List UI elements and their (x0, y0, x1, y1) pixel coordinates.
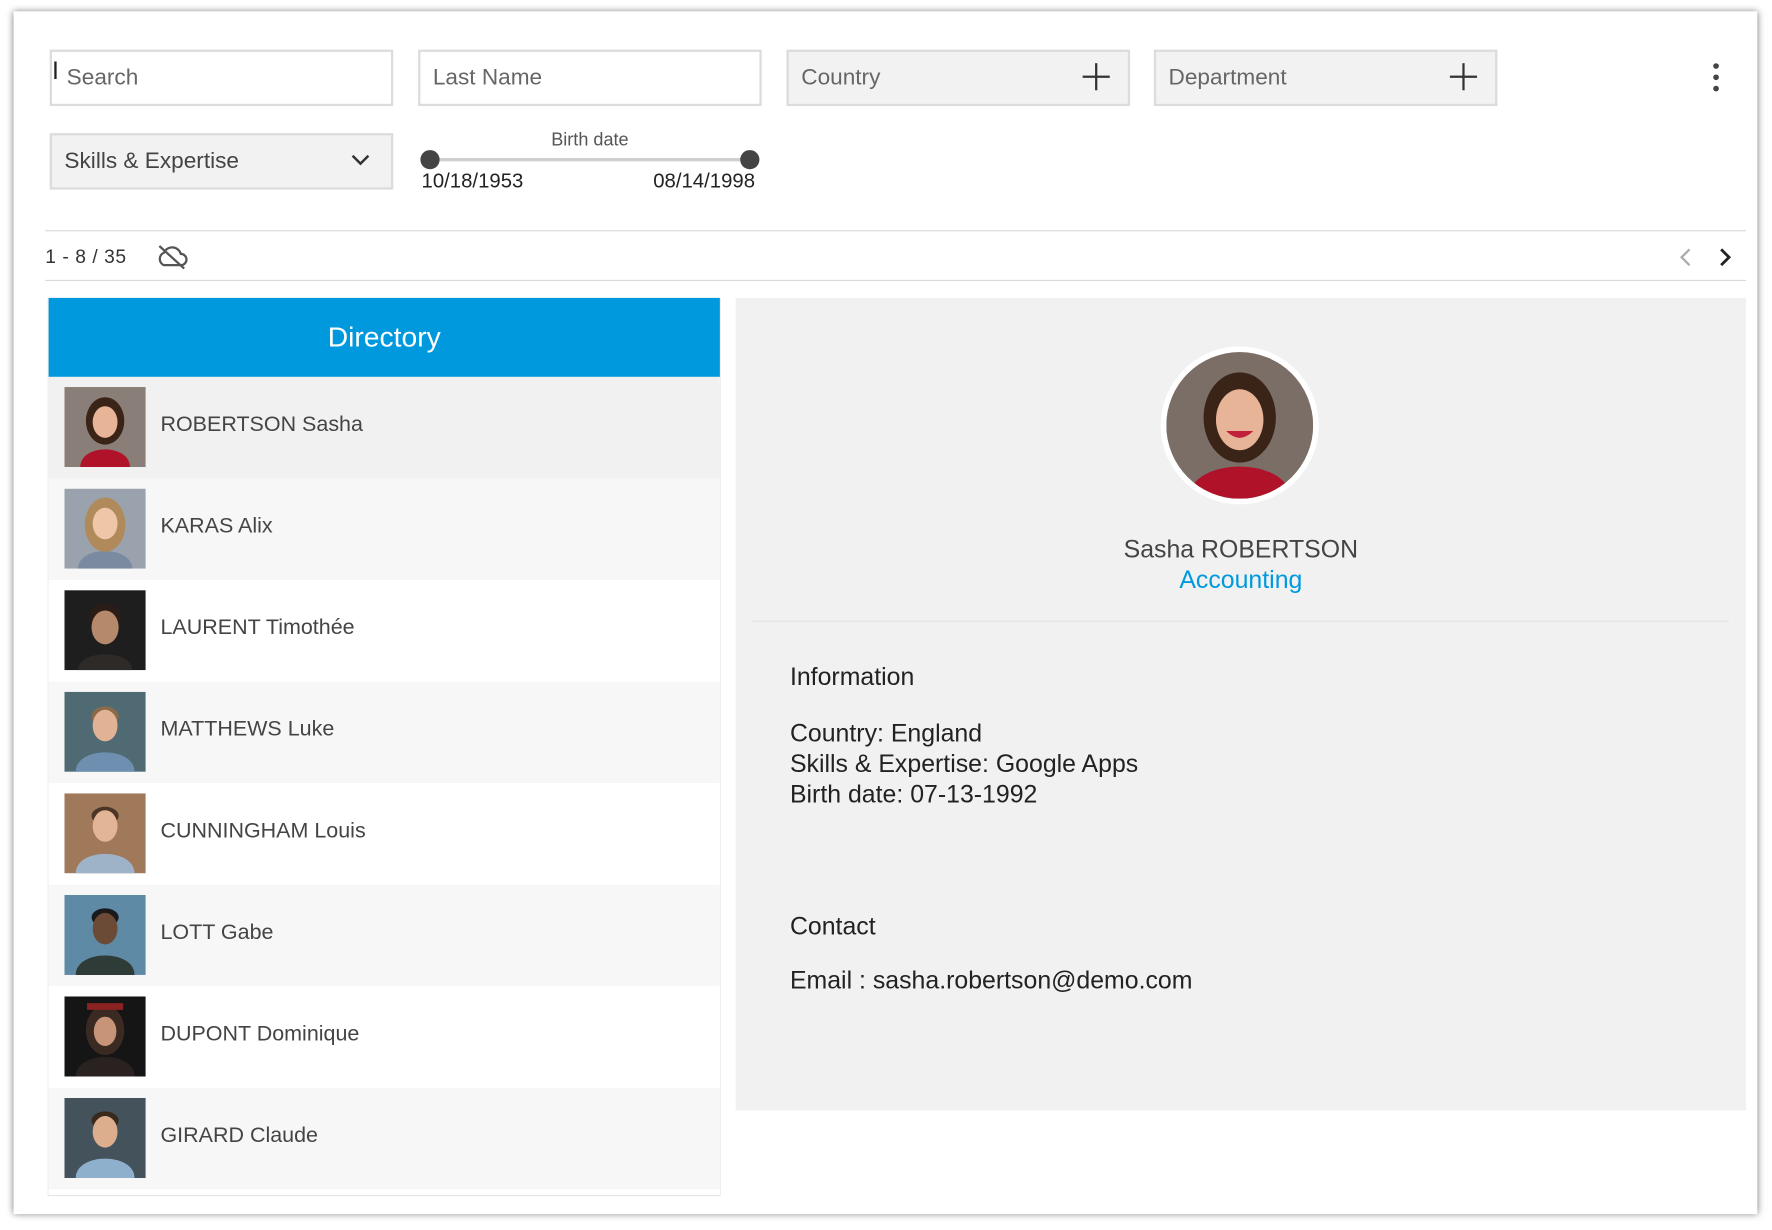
birth-date-label: Birth date: (789, 779, 904, 808)
list-item[interactable]: LOTT Gabe (48, 884, 720, 987)
contact-title: Contact (789, 911, 876, 940)
slider-track[interactable] (429, 157, 751, 162)
country-label: Country: (789, 718, 884, 748)
person-name: ROBERTSON Sasha (160, 412, 363, 437)
person-department[interactable]: Accounting (736, 565, 1746, 594)
email-value[interactable]: sasha.robertson@demo.com (873, 966, 1193, 994)
list-item[interactable]: CUNNINGHAM Louis (48, 783, 720, 885)
cloud-off-icon[interactable] (155, 244, 189, 271)
list-item[interactable]: MATTHEWS Luke (48, 681, 720, 784)
more-options-icon[interactable] (1710, 63, 1721, 92)
last-name-input[interactable]: Last Name (418, 49, 762, 107)
slider-handle-max[interactable] (740, 150, 760, 170)
birth-date-line: Birth date: 07-13-1992 (790, 780, 1037, 809)
list-item[interactable]: KARAS Alix (48, 478, 720, 580)
country-line: Country: England (790, 719, 982, 748)
country-filter-label: Country (801, 64, 881, 90)
divider (752, 620, 1730, 622)
list-item[interactable]: GIRARD Claude (48, 1087, 720, 1190)
person-name: KARAS Alix (160, 514, 273, 539)
search-input[interactable]: I Search (49, 49, 394, 107)
pager-count: 1 - 8 / 35 (45, 245, 127, 268)
avatar (64, 894, 146, 975)
plus-icon[interactable] (1449, 63, 1478, 91)
email-label: Email : (789, 965, 866, 995)
divider (45, 230, 1747, 232)
directory-header: Directory (48, 297, 720, 377)
department-filter[interactable]: Department (1153, 49, 1498, 107)
avatar (64, 996, 146, 1077)
person-name: GIRARD Claude (160, 1123, 318, 1148)
person-name: CUNNINGHAM Louis (160, 819, 366, 843)
list-item[interactable]: LAURENT Timothée (48, 579, 720, 682)
list-item[interactable]: DUPONT Dominique (48, 986, 720, 1088)
directory-list: Directory ROBERTSON Sasha KARAS Alix LAU… (47, 297, 722, 1197)
birth-date-value: 07-13-1992 (910, 779, 1038, 808)
person-name: MATTHEWS Luke (160, 717, 335, 742)
email-line: Email : sasha.robertson@demo.com (790, 966, 1193, 995)
previous-page-icon[interactable] (1675, 246, 1698, 269)
information-title: Information (789, 662, 915, 691)
divider (45, 279, 1747, 281)
person-full-name: Sasha ROBERTSON (1123, 534, 1359, 564)
profile-photo (1166, 352, 1314, 499)
person-detail-panel: Sasha ROBERTSON Accounting Information C… (735, 297, 1747, 1111)
birth-date-max: 08/14/1998 (653, 169, 756, 192)
birth-date-title: Birth date (551, 130, 629, 151)
country-filter[interactable]: Country (786, 49, 1131, 107)
person-name: DUPONT Dominique (160, 1022, 360, 1047)
text-cursor-icon: I (51, 56, 59, 85)
avatar (64, 793, 146, 874)
country-value: England (890, 718, 983, 748)
list-item[interactable]: ROBERTSON Sasha (48, 376, 720, 479)
skills-line: Skills & Expertise: Google Apps (790, 749, 1138, 778)
search-placeholder: Search (66, 64, 139, 90)
skills-value: Google Apps (995, 749, 1139, 778)
plus-icon[interactable] (1082, 63, 1110, 91)
last-name-placeholder: Last Name (432, 64, 543, 90)
avatar (64, 691, 146, 772)
avatar (64, 1097, 146, 1179)
skills-label: Skills & Expertise: (789, 749, 989, 778)
department-filter-label: Department (1168, 64, 1287, 90)
skills-dropdown-label: Skills & Expertise (64, 148, 240, 174)
slider-handle-min[interactable] (420, 150, 440, 170)
skills-dropdown[interactable]: Skills & Expertise (49, 133, 394, 190)
person-name: LAURENT Timothée (160, 616, 355, 640)
avatar (64, 590, 146, 671)
avatar (64, 488, 146, 569)
next-page-icon[interactable] (1713, 246, 1736, 269)
profile-photo-frame (1160, 346, 1319, 505)
avatar (64, 387, 146, 468)
birth-date-min: 10/18/1953 (421, 169, 524, 192)
chevron-down-icon (351, 154, 370, 166)
person-name: LOTT Gabe (160, 920, 274, 945)
